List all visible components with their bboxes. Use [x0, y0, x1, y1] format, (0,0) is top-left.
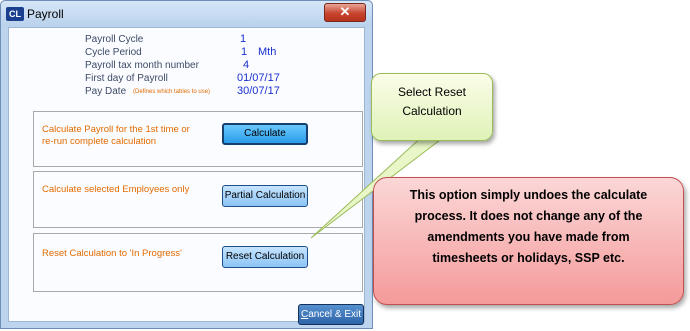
payroll-cycle-label: Payroll Cycle	[85, 34, 144, 45]
app-icon: CL	[6, 7, 24, 21]
first-day-value: 01/07/17	[237, 72, 280, 84]
calculate-button[interactable]: Calculate	[222, 123, 308, 145]
payroll-window: CL Payroll ✕ Payroll Cycle 1 Cycle Perio…	[0, 0, 373, 329]
pay-date-label: Pay Date	[85, 86, 127, 97]
title-bar[interactable]: CL Payroll ✕	[1, 1, 372, 27]
tax-month-label: Payroll tax month number	[85, 60, 199, 71]
explanation-callout: This option simply undoes the calculate …	[373, 177, 684, 305]
reset-group: Reset Calculation to 'In Progress' Reset…	[33, 233, 363, 292]
reset-calculation-button[interactable]: Reset Calculation	[222, 246, 308, 268]
partial-group: Calculate selected Employees only Partia…	[33, 171, 363, 228]
tax-month-value: 4	[243, 59, 250, 71]
close-button[interactable]: ✕	[324, 3, 366, 22]
pay-date-hint: (Defines which tables to use)	[133, 89, 211, 95]
select-reset-callout: Select Reset Calculation	[371, 73, 493, 141]
cycle-period-unit: Mth	[258, 46, 277, 58]
cancel-exit-button[interactable]: Cancel & Exit	[298, 304, 364, 325]
cycle-period-value: 1	[241, 46, 248, 58]
green-callout-line2: Calculation	[402, 104, 462, 118]
calculate-description-line1: Calculate Payroll for the 1st time or	[42, 124, 190, 135]
close-icon: ✕	[339, 4, 351, 19]
cancel-label-rest: ancel & Exit	[308, 309, 362, 320]
partial-calculation-button[interactable]: Partial Calculation	[222, 185, 308, 207]
red-callout-line3: amendments you have made from	[427, 230, 630, 244]
first-day-label: First day of Payroll	[85, 73, 168, 84]
partial-description: Calculate selected Employees only	[42, 184, 190, 195]
red-callout-line4: timesheets or holidays, SSP etc.	[432, 251, 625, 265]
red-callout-line2: process. It does not change any of the	[414, 209, 643, 223]
calculate-description-line2: re-run complete calculation	[42, 136, 157, 147]
reset-description: Reset Calculation to 'In Progress'	[42, 248, 182, 259]
window-title: Payroll	[27, 7, 64, 21]
pay-date-value: 30/07/17	[237, 85, 280, 97]
cycle-period-label: Cycle Period	[85, 47, 142, 58]
red-callout-line1: This option simply undoes the calculate	[409, 188, 648, 202]
green-callout-line1: Select Reset	[397, 85, 467, 99]
calculate-group: Calculate Payroll for the 1st time or re…	[33, 111, 363, 167]
payroll-cycle-value: 1	[240, 33, 247, 45]
